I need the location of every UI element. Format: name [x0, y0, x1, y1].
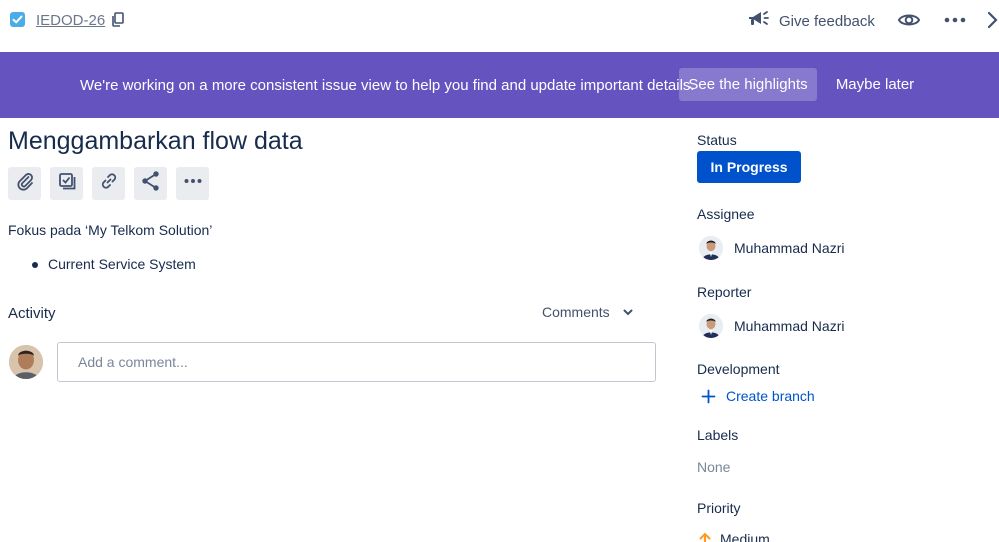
- create-branch-label: Create branch: [726, 388, 815, 404]
- attach-button[interactable]: [8, 167, 41, 200]
- labels-label: Labels: [697, 427, 739, 443]
- more-actions-icon[interactable]: [943, 10, 967, 30]
- task-type-icon: [10, 12, 25, 27]
- issue-key-link[interactable]: IEDOD-26: [36, 12, 105, 29]
- status-label: Status: [697, 132, 737, 148]
- current-user-avatar: [9, 345, 43, 379]
- activity-filter-value: Comments: [542, 304, 610, 320]
- assignee-field[interactable]: Muhammad Nazri: [699, 236, 844, 260]
- development-label: Development: [697, 361, 780, 377]
- create-subtask-button[interactable]: [50, 167, 83, 200]
- avatar: [699, 314, 723, 338]
- more-icon: [183, 171, 203, 196]
- reporter-name: Muhammad Nazri: [734, 318, 845, 334]
- assignee-label: Assignee: [697, 206, 755, 222]
- share-icon: [140, 170, 162, 197]
- priority-label: Priority: [697, 500, 741, 516]
- add-comment-input[interactable]: [57, 342, 656, 382]
- avatar: [699, 236, 723, 260]
- activity-heading: Activity: [8, 305, 56, 322]
- see-highlights-button[interactable]: See the highlights: [679, 68, 817, 101]
- more-button[interactable]: [176, 167, 209, 200]
- labels-value[interactable]: None: [697, 459, 730, 475]
- issue-header: IEDOD-26 Give feedback: [0, 0, 999, 52]
- priority-medium-icon: [699, 532, 711, 542]
- give-feedback-label: Give feedback: [779, 12, 875, 30]
- issue-toolbar: [8, 167, 209, 200]
- priority-value: Medium: [720, 531, 770, 542]
- chevron-right-icon[interactable]: [987, 10, 999, 30]
- link-icon: [99, 171, 119, 196]
- assignee-name: Muhammad Nazri: [734, 240, 845, 256]
- subtask-icon: [57, 171, 77, 196]
- activity-filter-select[interactable]: Comments: [542, 304, 634, 320]
- reporter-field[interactable]: Muhammad Nazri: [699, 314, 844, 338]
- megaphone-icon: [747, 9, 769, 34]
- status-button[interactable]: In Progress: [697, 151, 801, 183]
- new-issue-view-banner: We're working on a more consistent issue…: [0, 52, 999, 118]
- priority-field[interactable]: Medium: [699, 531, 770, 542]
- give-feedback-button[interactable]: Give feedback: [747, 10, 875, 32]
- description-text[interactable]: Fokus pada ‘My Telkom Solution’: [8, 222, 212, 238]
- link-issue-button[interactable]: [92, 167, 125, 200]
- list-item: Current Service System: [32, 256, 196, 272]
- description-bullets: Current Service System: [32, 256, 196, 272]
- reporter-label: Reporter: [697, 284, 752, 300]
- copy-icon[interactable]: [111, 12, 125, 28]
- issue-title[interactable]: Menggambarkan flow data: [8, 127, 303, 156]
- plus-icon: [701, 389, 716, 403]
- share-button[interactable]: [134, 167, 167, 200]
- maybe-later-button[interactable]: Maybe later: [826, 68, 924, 101]
- chevron-down-icon: [623, 309, 633, 316]
- attachment-icon: [15, 171, 35, 196]
- banner-message: We're working on a more consistent issue…: [80, 77, 695, 94]
- create-branch-link[interactable]: Create branch: [701, 388, 815, 404]
- watch-icon[interactable]: [897, 9, 921, 31]
